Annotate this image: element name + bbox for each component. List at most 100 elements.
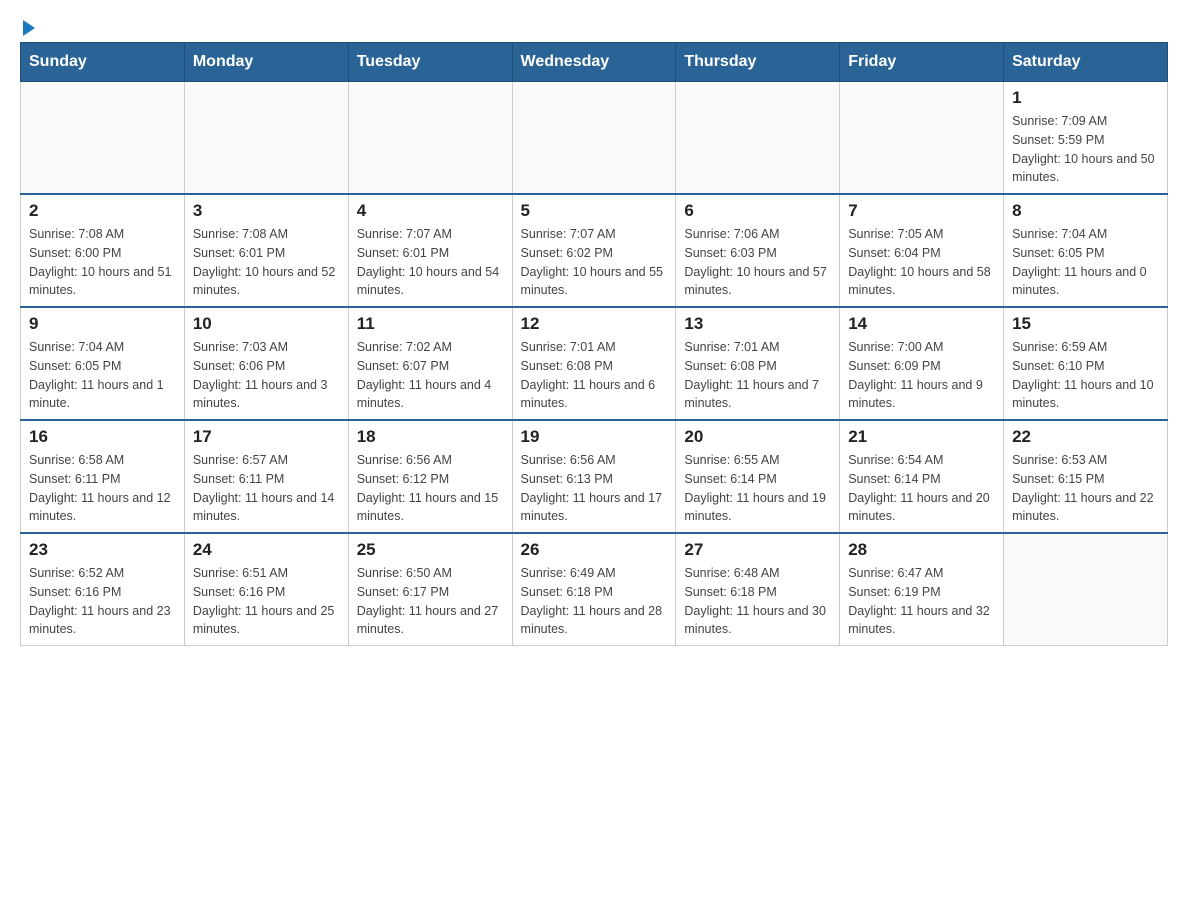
- day-number: 14: [848, 314, 995, 334]
- sun-info: Sunrise: 6:47 AMSunset: 6:19 PMDaylight:…: [848, 564, 995, 639]
- day-number: 15: [1012, 314, 1159, 334]
- calendar-cell: [21, 82, 185, 195]
- sun-info: Sunrise: 6:59 AMSunset: 6:10 PMDaylight:…: [1012, 338, 1159, 413]
- header-row: Sunday Monday Tuesday Wednesday Thursday…: [21, 43, 1168, 82]
- sun-info: Sunrise: 6:51 AMSunset: 6:16 PMDaylight:…: [193, 564, 340, 639]
- sun-info: Sunrise: 7:01 AMSunset: 6:08 PMDaylight:…: [521, 338, 668, 413]
- calendar-cell: 8 Sunrise: 7:04 AMSunset: 6:05 PMDaylight…: [1004, 194, 1168, 307]
- day-number: 13: [684, 314, 831, 334]
- sun-info: Sunrise: 6:56 AMSunset: 6:12 PMDaylight:…: [357, 451, 504, 526]
- calendar-row: 16Sunrise: 6:58 AMSunset: 6:11 PMDayligh…: [21, 420, 1168, 533]
- day-number: 8: [1012, 201, 1159, 221]
- day-number: 6: [684, 201, 831, 221]
- col-saturday: Saturday: [1004, 43, 1168, 82]
- calendar-cell: 13 Sunrise: 7:01 AMSunset: 6:08 PMDayligh…: [676, 307, 840, 420]
- sun-info: Sunrise: 7:08 AMSunset: 6:00 PMDaylight:…: [29, 225, 176, 300]
- day-number: 26: [521, 540, 668, 560]
- calendar-cell: 11 Sunrise: 7:02 AMSunset: 6:07 PMDayligh…: [348, 307, 512, 420]
- day-number: 12: [521, 314, 668, 334]
- calendar-cell: 12 Sunrise: 7:01 AMSunset: 6:08 PMDayligh…: [512, 307, 676, 420]
- calendar-row: 1 Sunrise: 7:09 AMSunset: 5:59 PMDaylight…: [21, 82, 1168, 195]
- day-number: 10: [193, 314, 340, 334]
- sun-info: Sunrise: 6:48 AMSunset: 6:18 PMDaylight:…: [684, 564, 831, 639]
- day-number: 1: [1012, 88, 1159, 108]
- calendar-cell: 3 Sunrise: 7:08 AMSunset: 6:01 PMDaylight…: [184, 194, 348, 307]
- day-number: 9: [29, 314, 176, 334]
- day-number: 7: [848, 201, 995, 221]
- calendar-row: 9 Sunrise: 7:04 AMSunset: 6:05 PMDaylight…: [21, 307, 1168, 420]
- calendar-body: 1 Sunrise: 7:09 AMSunset: 5:59 PMDaylight…: [21, 82, 1168, 646]
- calendar-cell: 27Sunrise: 6:48 AMSunset: 6:18 PMDayligh…: [676, 533, 840, 646]
- calendar-cell: 15 Sunrise: 6:59 AMSunset: 6:10 PMDayligh…: [1004, 307, 1168, 420]
- sun-info: Sunrise: 6:56 AMSunset: 6:13 PMDaylight:…: [521, 451, 668, 526]
- sun-info: Sunrise: 7:04 AMSunset: 6:05 PMDaylight:…: [29, 338, 176, 413]
- calendar-cell: [512, 82, 676, 195]
- sun-info: Sunrise: 7:01 AMSunset: 6:08 PMDaylight:…: [684, 338, 831, 413]
- col-tuesday: Tuesday: [348, 43, 512, 82]
- calendar-row: 2 Sunrise: 7:08 AMSunset: 6:00 PMDaylight…: [21, 194, 1168, 307]
- calendar-header: Sunday Monday Tuesday Wednesday Thursday…: [21, 43, 1168, 82]
- calendar-cell: 16Sunrise: 6:58 AMSunset: 6:11 PMDayligh…: [21, 420, 185, 533]
- day-number: 23: [29, 540, 176, 560]
- col-friday: Friday: [840, 43, 1004, 82]
- calendar-cell: 20 Sunrise: 6:55 AMSunset: 6:14 PMDayligh…: [676, 420, 840, 533]
- sun-info: Sunrise: 7:09 AMSunset: 5:59 PMDaylight:…: [1012, 112, 1159, 187]
- sun-info: Sunrise: 7:06 AMSunset: 6:03 PMDaylight:…: [684, 225, 831, 300]
- day-number: 4: [357, 201, 504, 221]
- day-number: 21: [848, 427, 995, 447]
- sun-info: Sunrise: 6:53 AMSunset: 6:15 PMDaylight:…: [1012, 451, 1159, 526]
- day-number: 5: [521, 201, 668, 221]
- col-monday: Monday: [184, 43, 348, 82]
- sun-info: Sunrise: 6:52 AMSunset: 6:16 PMDaylight:…: [29, 564, 176, 639]
- calendar-cell: 2 Sunrise: 7:08 AMSunset: 6:00 PMDaylight…: [21, 194, 185, 307]
- sun-info: Sunrise: 7:04 AMSunset: 6:05 PMDaylight:…: [1012, 225, 1159, 300]
- sun-info: Sunrise: 6:50 AMSunset: 6:17 PMDaylight:…: [357, 564, 504, 639]
- day-number: 2: [29, 201, 176, 221]
- logo: [20, 20, 37, 32]
- day-number: 3: [193, 201, 340, 221]
- calendar-cell: [676, 82, 840, 195]
- calendar-cell: 9 Sunrise: 7:04 AMSunset: 6:05 PMDaylight…: [21, 307, 185, 420]
- page-header: [20, 20, 1168, 32]
- calendar-table: Sunday Monday Tuesday Wednesday Thursday…: [20, 42, 1168, 646]
- logo-arrow-icon: [23, 20, 35, 36]
- sun-info: Sunrise: 7:00 AMSunset: 6:09 PMDaylight:…: [848, 338, 995, 413]
- calendar-cell: 4Sunrise: 7:07 AMSunset: 6:01 PMDaylight…: [348, 194, 512, 307]
- calendar-cell: 21 Sunrise: 6:54 AMSunset: 6:14 PMDayligh…: [840, 420, 1004, 533]
- day-number: 17: [193, 427, 340, 447]
- calendar-cell: 17 Sunrise: 6:57 AMSunset: 6:11 PMDayligh…: [184, 420, 348, 533]
- day-number: 18: [357, 427, 504, 447]
- day-number: 22: [1012, 427, 1159, 447]
- col-thursday: Thursday: [676, 43, 840, 82]
- day-number: 11: [357, 314, 504, 334]
- calendar-cell: [1004, 533, 1168, 646]
- calendar-cell: 25Sunrise: 6:50 AMSunset: 6:17 PMDayligh…: [348, 533, 512, 646]
- calendar-cell: 10 Sunrise: 7:03 AMSunset: 6:06 PMDayligh…: [184, 307, 348, 420]
- sun-info: Sunrise: 6:57 AMSunset: 6:11 PMDaylight:…: [193, 451, 340, 526]
- calendar-cell: 1 Sunrise: 7:09 AMSunset: 5:59 PMDaylight…: [1004, 82, 1168, 195]
- calendar-cell: 26Sunrise: 6:49 AMSunset: 6:18 PMDayligh…: [512, 533, 676, 646]
- day-number: 28: [848, 540, 995, 560]
- calendar-cell: 19 Sunrise: 6:56 AMSunset: 6:13 PMDayligh…: [512, 420, 676, 533]
- calendar-cell: 22 Sunrise: 6:53 AMSunset: 6:15 PMDayligh…: [1004, 420, 1168, 533]
- sun-info: Sunrise: 7:02 AMSunset: 6:07 PMDaylight:…: [357, 338, 504, 413]
- sun-info: Sunrise: 6:54 AMSunset: 6:14 PMDaylight:…: [848, 451, 995, 526]
- calendar-cell: 6 Sunrise: 7:06 AMSunset: 6:03 PMDaylight…: [676, 194, 840, 307]
- day-number: 19: [521, 427, 668, 447]
- sun-info: Sunrise: 7:07 AMSunset: 6:02 PMDaylight:…: [521, 225, 668, 300]
- logo-general-text: [20, 20, 37, 36]
- calendar-cell: 28 Sunrise: 6:47 AMSunset: 6:19 PMDayligh…: [840, 533, 1004, 646]
- calendar-cell: 18 Sunrise: 6:56 AMSunset: 6:12 PMDayligh…: [348, 420, 512, 533]
- calendar-cell: 7Sunrise: 7:05 AMSunset: 6:04 PMDaylight…: [840, 194, 1004, 307]
- day-number: 24: [193, 540, 340, 560]
- sun-info: Sunrise: 6:55 AMSunset: 6:14 PMDaylight:…: [684, 451, 831, 526]
- day-number: 16: [29, 427, 176, 447]
- sun-info: Sunrise: 7:08 AMSunset: 6:01 PMDaylight:…: [193, 225, 340, 300]
- col-wednesday: Wednesday: [512, 43, 676, 82]
- calendar-cell: 14 Sunrise: 7:00 AMSunset: 6:09 PMDayligh…: [840, 307, 1004, 420]
- calendar-cell: 23 Sunrise: 6:52 AMSunset: 6:16 PMDayligh…: [21, 533, 185, 646]
- day-number: 20: [684, 427, 831, 447]
- sun-info: Sunrise: 7:03 AMSunset: 6:06 PMDaylight:…: [193, 338, 340, 413]
- calendar-cell: [184, 82, 348, 195]
- calendar-cell: [840, 82, 1004, 195]
